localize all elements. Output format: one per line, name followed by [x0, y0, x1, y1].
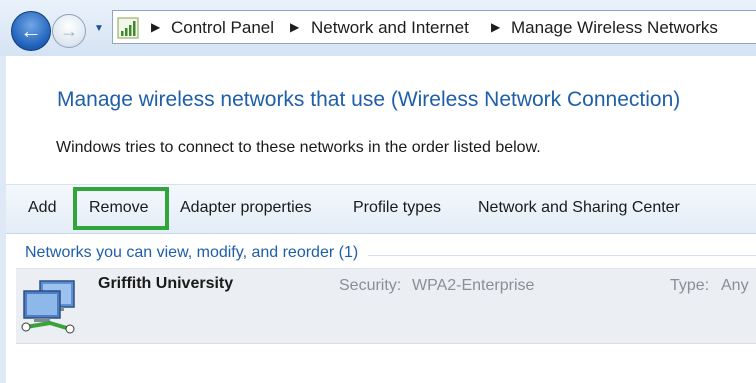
chevron-down-icon: ▼ [94, 22, 104, 34]
networks-group-header[interactable]: Networks you can view, modify, and reord… [25, 244, 369, 262]
forward-button[interactable]: → [52, 14, 86, 48]
recent-pages-button[interactable]: ▼ [92, 20, 106, 36]
main-content: Manage wireless networks that use (Wirel… [6, 56, 756, 383]
breadcrumb-manage-wireless-networks[interactable]: Manage Wireless Networks [511, 18, 718, 38]
network-name: Griffith University [98, 275, 234, 292]
list-item[interactable]: Griffith University Security: WPA2-Enter… [16, 268, 756, 344]
network-signal-icon [117, 17, 139, 39]
breadcrumb-network-and-internet[interactable]: Network and Internet [311, 18, 469, 38]
type-value: Any [721, 277, 749, 294]
navigation-bar: ← → ▼ ▶ Control Panel ▶ Network and Inte… [0, 0, 756, 56]
page-description: Windows tries to connect to these networ… [56, 139, 541, 156]
breadcrumb-control-panel[interactable]: Control Panel [171, 18, 274, 38]
security-value: WPA2-Enterprise [412, 277, 535, 294]
type-label: Type: [670, 277, 710, 294]
back-arrow-icon: ← [20, 18, 42, 43]
wireless-network-icon [21, 280, 75, 334]
security-label: Security: [339, 277, 402, 294]
profile-types-button[interactable]: Profile types [353, 199, 441, 217]
adapter-properties-button[interactable]: Adapter properties [180, 199, 312, 217]
breadcrumb-arrow-icon[interactable]: ▶ [151, 20, 160, 34]
address-bar[interactable]: ▶ Control Panel ▶ Network and Internet ▶… [112, 10, 756, 44]
add-button[interactable]: Add [28, 199, 56, 217]
breadcrumb-arrow-icon[interactable]: ▶ [491, 20, 500, 34]
network-and-sharing-center-button[interactable]: Network and Sharing Center [478, 199, 680, 217]
page-title: Manage wireless networks that use (Wirel… [57, 88, 681, 111]
breadcrumb-arrow-icon[interactable]: ▶ [290, 20, 299, 34]
forward-arrow-icon: → [60, 20, 78, 41]
remove-highlight-box [73, 187, 169, 230]
back-button[interactable]: ← [11, 11, 51, 51]
command-toolbar: Add Remove Adapter properties Profile ty… [6, 184, 756, 234]
